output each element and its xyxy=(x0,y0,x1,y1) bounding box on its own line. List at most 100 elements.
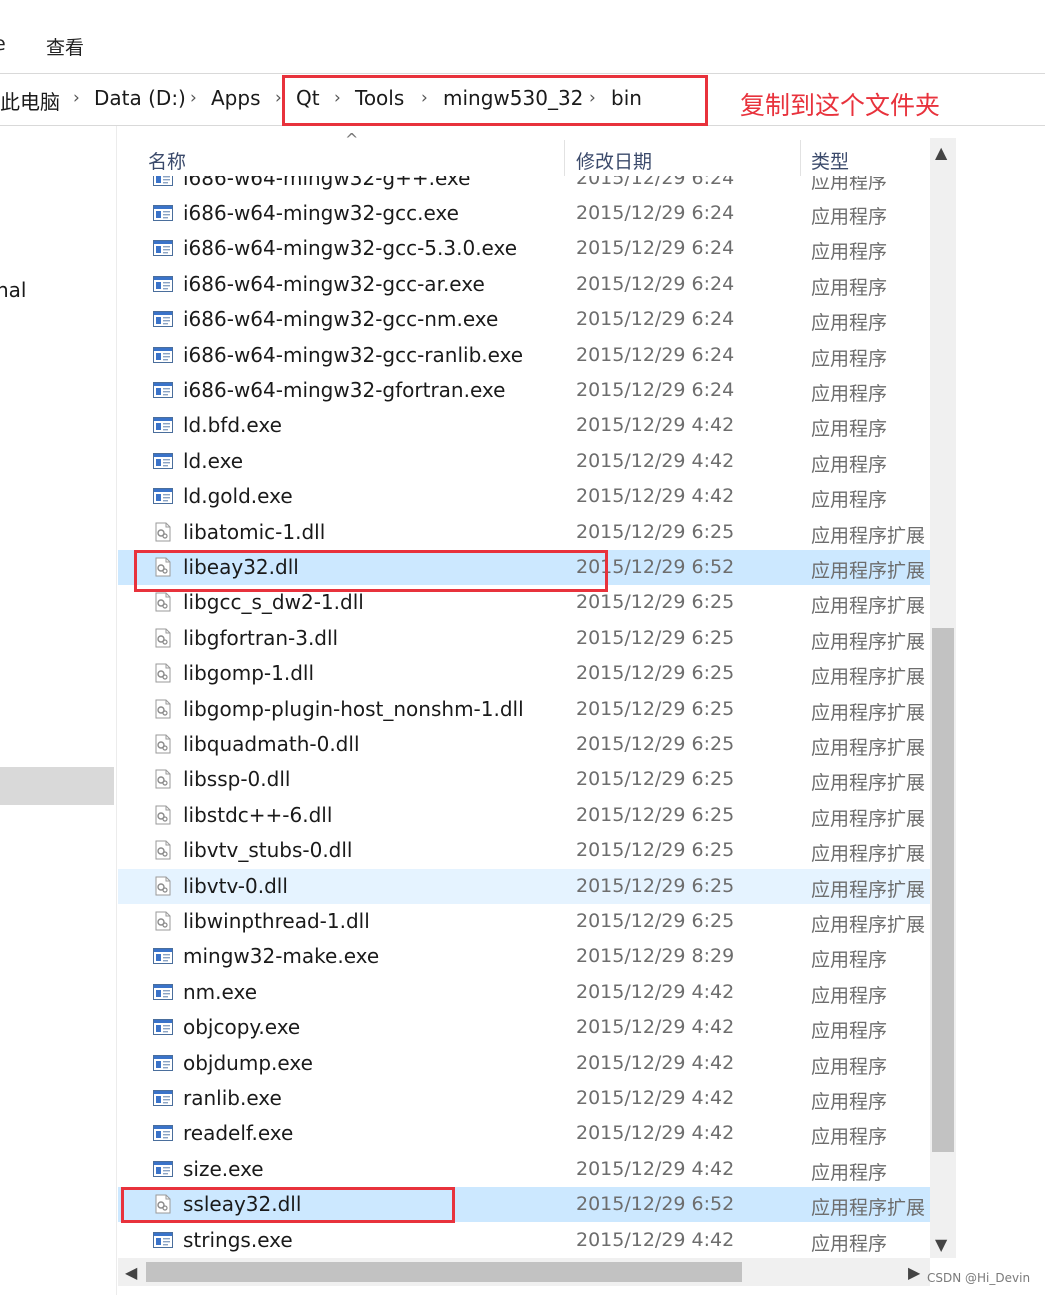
file-row[interactable]: strings.exe 2015/12/29 4:42 应用程序 xyxy=(118,1223,930,1258)
exe-icon xyxy=(153,1089,173,1106)
column-divider[interactable] xyxy=(800,140,801,176)
file-row[interactable]: libssp-0.dll 2015/12/29 6:25 应用程序扩展 xyxy=(118,762,930,797)
horizontal-scrollbar-thumb[interactable] xyxy=(146,1262,742,1282)
file-row[interactable]: nm.exe 2015/12/29 4:42 应用程序 xyxy=(118,975,930,1010)
dll-icon xyxy=(153,876,173,896)
file-date: 2015/12/29 6:25 xyxy=(576,732,735,755)
file-type: 应用程序扩展 xyxy=(811,1197,926,1220)
dll-icon xyxy=(153,769,173,789)
file-row[interactable]: i686-w64-mingw32-gcc-ranlib.exe 2015/12/2… xyxy=(118,338,930,373)
dll-icon xyxy=(153,734,173,754)
file-row[interactable]: i686-w64-mingw32-gcc-ar.exe 2015/12/29 6:… xyxy=(118,267,930,302)
file-name: i686-w64-mingw32-gcc-nm.exe xyxy=(183,307,499,332)
file-row[interactable]: libgomp-1.dll 2015/12/29 6:25 应用程序扩展 xyxy=(118,656,930,691)
file-type: 应用程序 xyxy=(811,453,888,476)
file-type: 应用程序 xyxy=(811,1161,888,1184)
dll-icon xyxy=(153,805,173,825)
exe-icon xyxy=(153,204,173,221)
file-date: 2015/12/29 6:52 xyxy=(576,1193,735,1216)
nav-item-partial[interactable]: nal xyxy=(0,278,27,302)
scroll-up-icon[interactable]: ▲ xyxy=(935,143,947,162)
chevron-right-icon[interactable]: › xyxy=(275,88,282,108)
exe-icon xyxy=(153,983,173,1000)
vertical-scrollbar-thumb[interactable] xyxy=(932,628,954,1152)
file-type: 应用程序扩展 xyxy=(811,843,926,866)
file-type: 应用程序扩展 xyxy=(811,701,926,724)
file-name: ld.gold.exe xyxy=(183,484,293,509)
file-list[interactable]: i686-w64-mingw32-g++.exe 2015/12/29 6:24 应… xyxy=(118,176,930,1258)
file-row[interactable]: ld.gold.exe 2015/12/29 4:42 应用程序 xyxy=(118,479,930,514)
file-type: 应用程序扩展 xyxy=(811,666,926,689)
file-name: i686-w64-mingw32-gcc-ar.exe xyxy=(183,271,485,296)
file-type: 应用程序 xyxy=(811,241,888,264)
file-row[interactable]: libvtv-0.dll 2015/12/29 6:25 应用程序扩展 xyxy=(118,868,930,904)
file-row[interactable]: objdump.exe 2015/12/29 4:42 应用程序 xyxy=(118,1046,930,1081)
breadcrumb-this-pc[interactable]: 此电脑 xyxy=(0,86,60,115)
annotation-box-libeay32 xyxy=(134,550,608,592)
file-name: objdump.exe xyxy=(183,1050,313,1075)
exe-icon xyxy=(153,275,173,292)
file-date: 2015/12/29 4:42 xyxy=(576,1016,735,1039)
column-header-date[interactable]: 修改日期 xyxy=(576,147,652,174)
file-name: strings.exe xyxy=(183,1227,293,1252)
file-row[interactable]: readelf.exe 2015/12/29 4:42 应用程序 xyxy=(118,1116,930,1151)
breadcrumb-data-d[interactable]: Data (D:) xyxy=(94,86,186,110)
file-name: libgomp-1.dll xyxy=(183,661,315,686)
exe-icon xyxy=(153,417,173,434)
column-header-name[interactable]: 名称 xyxy=(148,147,186,174)
file-type: 应用程序 xyxy=(811,205,888,228)
exe-icon xyxy=(153,176,173,186)
file-date: 2015/12/29 6:25 xyxy=(576,591,735,614)
file-row[interactable]: i686-w64-mingw32-g++.exe 2015/12/29 6:24 应… xyxy=(118,176,930,196)
file-row[interactable]: libstdc++-6.dll 2015/12/29 6:25 应用程序扩展 xyxy=(118,798,930,833)
file-type: 应用程序扩展 xyxy=(811,913,926,936)
chevron-right-icon[interactable]: › xyxy=(190,88,197,108)
file-type: 应用程序扩展 xyxy=(811,878,926,901)
chevron-right-icon[interactable]: › xyxy=(73,88,80,108)
file-row[interactable]: libquadmath-0.dll 2015/12/29 6:25 应用程序扩展 xyxy=(118,727,930,762)
file-row[interactable]: ld.bfd.exe 2015/12/29 4:42 应用程序 xyxy=(118,408,930,443)
scroll-down-icon[interactable]: ▼ xyxy=(935,1235,947,1254)
file-date: 2015/12/29 6:25 xyxy=(576,520,735,543)
file-type: 应用程序 xyxy=(811,347,888,370)
file-row[interactable]: ld.exe 2015/12/29 4:42 应用程序 xyxy=(118,444,930,479)
column-divider[interactable] xyxy=(564,140,565,176)
file-name: libstdc++-6.dll xyxy=(183,802,333,827)
file-date: 2015/12/29 6:24 xyxy=(576,237,735,260)
file-row[interactable]: i686-w64-mingw32-gcc.exe 2015/12/29 6:24 应… xyxy=(118,196,930,231)
file-row[interactable]: mingw32-make.exe 2015/12/29 8:29 应用程序 xyxy=(118,939,930,974)
file-row[interactable]: libvtv_stubs-0.dll 2015/12/29 6:25 应用程序扩展 xyxy=(118,833,930,868)
file-type: 应用程序 xyxy=(811,489,888,512)
file-name: libssp-0.dll xyxy=(183,767,291,792)
ribbon-tab-partial[interactable]: e xyxy=(0,33,6,55)
file-date: 2015/12/29 4:42 xyxy=(576,1051,735,1074)
file-row[interactable]: libgomp-plugin-host_nonshm-1.dll 2015/12/… xyxy=(118,692,930,727)
file-row[interactable]: i686-w64-mingw32-gcc-5.3.0.exe 2015/12/29… xyxy=(118,231,930,266)
file-row[interactable]: libgfortran-3.dll 2015/12/29 6:25 应用程序扩展 xyxy=(118,621,930,656)
nav-item-selected[interactable] xyxy=(0,767,114,805)
column-header-type[interactable]: 类型 xyxy=(811,147,849,174)
exe-icon xyxy=(153,1125,173,1142)
ribbon-tab-view[interactable]: 查看 xyxy=(46,33,84,60)
file-row[interactable]: i686-w64-mingw32-gcc-nm.exe 2015/12/29 6:… xyxy=(118,302,930,337)
file-date: 2015/12/29 6:25 xyxy=(576,768,735,791)
file-name: ld.bfd.exe xyxy=(183,413,282,438)
breadcrumb-apps[interactable]: Apps xyxy=(211,86,261,110)
file-type: 应用程序 xyxy=(811,176,888,193)
file-date: 2015/12/29 6:25 xyxy=(576,874,735,897)
scroll-left-icon[interactable]: ◀ xyxy=(125,1263,137,1282)
file-row[interactable]: i686-w64-mingw32-gfortran.exe 2015/12/29 … xyxy=(118,373,930,408)
file-type: 应用程序 xyxy=(811,1232,888,1255)
exe-icon xyxy=(153,1231,173,1248)
file-date: 2015/12/29 6:24 xyxy=(576,201,735,224)
file-name: libquadmath-0.dll xyxy=(183,731,360,756)
file-type: 应用程序 xyxy=(811,276,888,299)
file-row[interactable]: objcopy.exe 2015/12/29 4:42 应用程序 xyxy=(118,1010,930,1045)
file-name: i686-w64-mingw32-gfortran.exe xyxy=(183,377,506,402)
scroll-right-icon[interactable]: ▶ xyxy=(908,1263,920,1282)
file-type: 应用程序扩展 xyxy=(811,807,926,830)
file-row[interactable]: ranlib.exe 2015/12/29 4:42 应用程序 xyxy=(118,1081,930,1116)
file-row[interactable]: size.exe 2015/12/29 4:42 应用程序 xyxy=(118,1152,930,1187)
file-row[interactable]: libwinpthread-1.dll 2015/12/29 6:25 应用程序扩展 xyxy=(118,904,930,939)
file-row[interactable]: libatomic-1.dll 2015/12/29 6:25 应用程序扩展 xyxy=(118,515,930,550)
